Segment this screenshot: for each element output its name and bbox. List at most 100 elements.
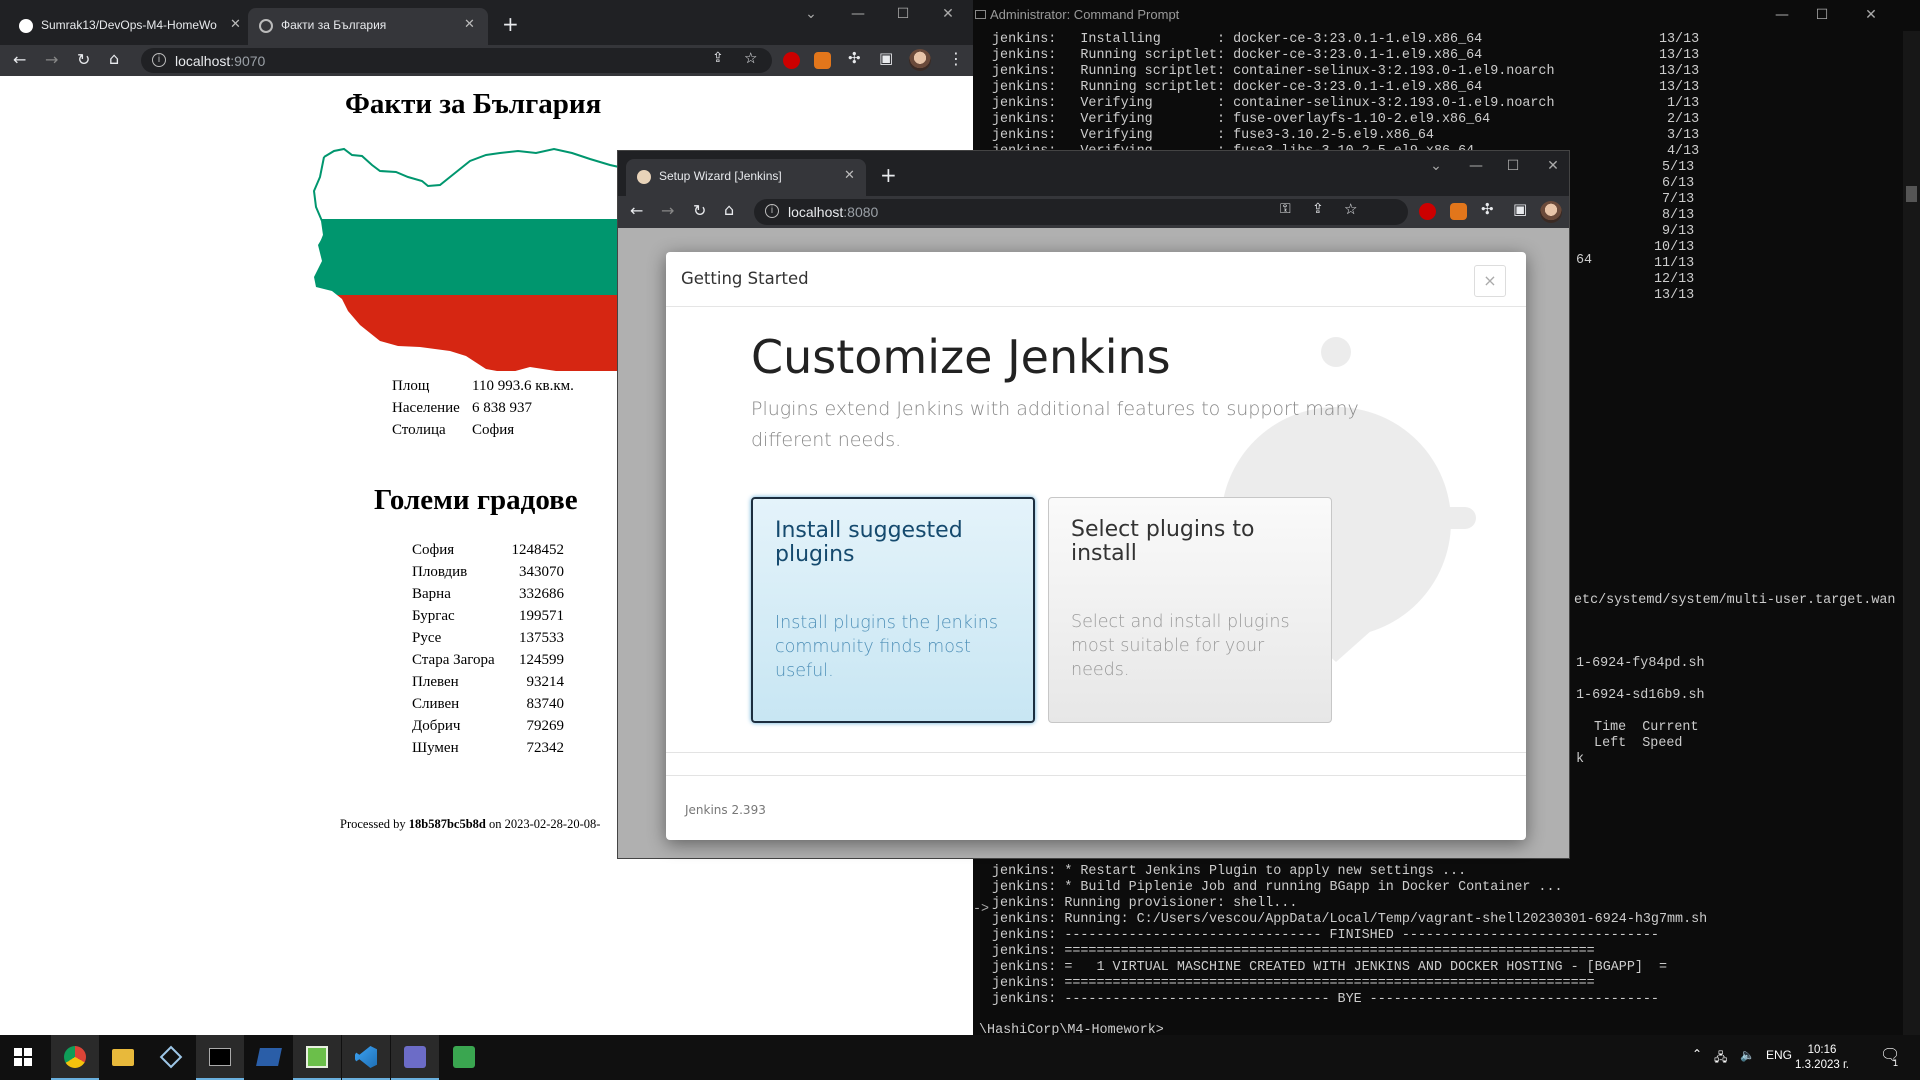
processed-by-footer: Processed by 18b587bc5b8d on 2023-02-28-… (340, 817, 601, 831)
taskbar-powershell[interactable] (245, 1035, 293, 1080)
terminal-progress-fragment: 7/13 (1662, 192, 1695, 207)
tab-close-icon[interactable]: ✕ (844, 168, 855, 183)
fact-row-population: Население 6 838 937 (392, 400, 532, 416)
adblock-extension-icon[interactable] (1419, 203, 1436, 220)
address-bar[interactable]: i localhost:8080 ⚿ ⇪ ☆ (754, 199, 1408, 225)
site-info-icon[interactable]: i (152, 53, 166, 67)
reload-icon[interactable]: ↻ (693, 201, 706, 220)
new-tab-icon[interactable]: + (880, 163, 897, 187)
install-suggested-plugins-button[interactable]: Install suggested plugins Install plugin… (751, 497, 1035, 723)
home-icon[interactable]: ⌂ (724, 200, 734, 219)
tab-github[interactable]: Sumrak13/DevOps-M4-HomeWo ✕ (8, 8, 248, 45)
minimize-icon[interactable]: — (835, 2, 881, 26)
select-plugins-button[interactable]: Select plugins to install Select and ins… (1048, 497, 1332, 723)
tab-setup-wizard[interactable]: Setup Wizard [Jenkins] ✕ (626, 159, 866, 196)
tray-overflow-icon[interactable]: ⌃ (1692, 1047, 1702, 1061)
maximize-icon[interactable]: ☐ (880, 2, 926, 26)
metamask-extension-icon[interactable] (1450, 203, 1467, 220)
extensions-icon[interactable]: ✣ (848, 49, 861, 67)
back-icon[interactable]: ← (630, 201, 643, 220)
bookmark-star-icon[interactable]: ☆ (744, 49, 757, 67)
adblock-extension-icon[interactable] (783, 52, 800, 69)
forward-icon[interactable]: → (661, 201, 674, 220)
browser-window-jenkins[interactable]: Setup Wizard [Jenkins] ✕ + ⌄ — ☐ ✕ ← → ↻… (617, 150, 1570, 859)
terminal-line: jenkins: Running scriptlet: docker-ce-3:… (992, 80, 1700, 95)
terminal-line: jenkins: Running provisioner: shell... (992, 896, 1298, 911)
city-name: Варна (412, 586, 451, 602)
reload-icon[interactable]: ↻ (77, 50, 90, 69)
fact-row-capital: Столица София (392, 422, 515, 438)
close-icon[interactable]: ✕ (1848, 3, 1894, 27)
menu-kebab-icon[interactable]: ⋮ (948, 49, 964, 68)
city-name: Бургас (412, 608, 455, 624)
terminal-line: jenkins: Running scriptlet: docker-ce-3:… (992, 48, 1700, 63)
tab-close-icon[interactable]: ✕ (230, 17, 241, 32)
fact-row-area: Площ 110 993.6 кв.км. (392, 378, 574, 394)
terminal-line: jenkins: ===============================… (992, 976, 1595, 991)
tab-search-icon[interactable]: ⌄ (788, 2, 834, 26)
url-text[interactable]: localhost:8080 (788, 204, 878, 220)
profile-avatar[interactable] (909, 49, 931, 71)
new-tab-icon[interactable]: + (502, 12, 519, 36)
password-key-icon[interactable]: ⚿ (1280, 201, 1291, 217)
city-name: Плевен (412, 674, 459, 690)
close-icon[interactable]: ✕ (1530, 154, 1576, 178)
share-icon[interactable]: ⇪ (1312, 201, 1324, 217)
taskbar-chrome[interactable] (51, 1035, 99, 1080)
tab-close-icon[interactable]: ✕ (464, 17, 475, 32)
option-title: Select plugins to install (1071, 517, 1255, 566)
taskbar-notepad[interactable] (293, 1035, 341, 1080)
back-icon[interactable]: ← (13, 50, 26, 69)
city-population: 83740 (526, 696, 565, 712)
share-icon[interactable]: ⇪ (712, 50, 724, 66)
profile-avatar[interactable] (1540, 201, 1562, 223)
side-panel-icon[interactable]: ▣ (1513, 200, 1527, 218)
terminal-scrollbar[interactable] (1903, 31, 1920, 1035)
terminal-progress-fragment: 6/13 (1662, 176, 1695, 191)
windows-logo-icon (14, 1048, 32, 1066)
terminal-progress-fragment: 5/13 (1662, 160, 1695, 175)
city-population: 1248452 (511, 542, 565, 558)
maximize-icon[interactable]: ☐ (1799, 3, 1845, 27)
taskbar-vscode[interactable] (342, 1035, 390, 1080)
terminal-progress-fragment: 9/13 (1662, 224, 1695, 239)
taskbar-app-green[interactable] (440, 1035, 488, 1080)
forward-icon[interactable]: → (45, 50, 58, 69)
city-population: 79269 (526, 718, 565, 734)
close-icon[interactable]: ✕ (925, 2, 971, 26)
home-icon[interactable]: ⌂ (109, 49, 119, 68)
scrollbar-thumb[interactable] (1906, 186, 1917, 202)
city-row: Добрич 79269 (412, 718, 564, 735)
jenkins-version: Jenkins 2.393 (685, 803, 766, 817)
site-info-icon[interactable]: i (765, 204, 779, 218)
chrome-icon (64, 1046, 86, 1068)
browser-toolbar: ← → ↻ ⌂ i localhost:8080 ⚿ ⇪ ☆ ✣ ▣ (618, 196, 1569, 228)
taskbar-command-prompt[interactable] (196, 1035, 244, 1080)
terminal-line: jenkins: Running: C:/Users/vescou/AppDat… (992, 912, 1708, 927)
city-name: Шумен (412, 740, 459, 756)
address-bar[interactable]: i localhost:9070 ⇪ ☆ (141, 48, 772, 73)
jenkins-favicon-icon (637, 170, 651, 184)
divider (666, 752, 1526, 753)
taskbar-network-app[interactable] (391, 1035, 439, 1080)
side-panel-icon[interactable]: ▣ (879, 49, 893, 67)
city-row: Пловдив 343070 (412, 564, 564, 581)
bookmark-star-icon[interactable]: ☆ (1344, 200, 1357, 218)
city-name: Русе (412, 630, 442, 646)
extensions-icon[interactable]: ✣ (1481, 200, 1494, 218)
network-icon[interactable]: 🖧 (1714, 1048, 1727, 1069)
volume-icon[interactable]: 🔈 (1740, 1048, 1755, 1062)
powershell-icon (256, 1048, 282, 1066)
terminal-titlebar[interactable]: Administrator: Command Prompt — ☐ ✕ (973, 0, 1920, 31)
language-indicator[interactable]: ENG (1766, 1048, 1792, 1062)
url-text[interactable]: localhost:9070 (175, 53, 265, 69)
metamask-extension-icon[interactable] (814, 52, 831, 69)
clock[interactable]: 10:16 1.3.2023 г. (1795, 1043, 1849, 1073)
start-button[interactable] (0, 1035, 48, 1080)
terminal-line: jenkins: ===============================… (992, 944, 1595, 959)
tab-bulgaria-facts[interactable]: Факти за България ✕ (248, 8, 488, 45)
taskbar-file-explorer[interactable] (99, 1035, 147, 1080)
dialog-close-button[interactable]: × (1474, 265, 1506, 297)
taskbar-virtualbox[interactable] (147, 1035, 195, 1080)
cmd-app-icon (975, 10, 986, 19)
